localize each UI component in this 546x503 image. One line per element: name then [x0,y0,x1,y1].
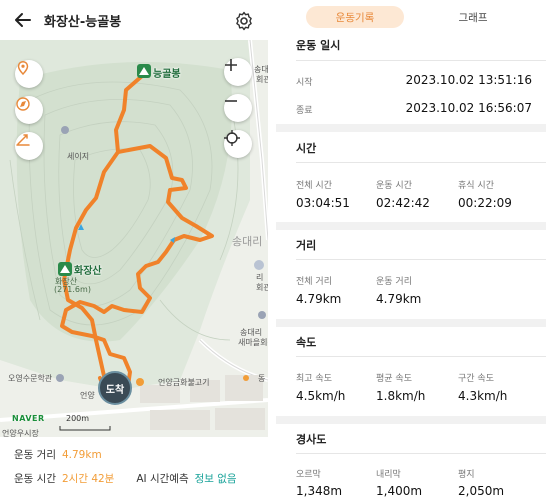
downhill-value: 1,400m [376,484,423,498]
divider-line [296,356,546,357]
map-label-museum: 오영수문학관 [8,374,53,383]
flat-label: 평지 [458,470,475,480]
end-label: 종료 [296,106,313,116]
map-label-hall-partial-2: 회관 [256,283,268,292]
time-label: 운동 시간 [14,473,56,485]
max-speed-value: 4.5km/h [296,389,346,403]
arrival-marker[interactable]: 도착 [98,371,132,405]
time-row: 운동 시간 2시간 42분 AI 시간예측 정보 없음 [14,471,237,486]
section-divider [276,319,546,327]
uphill-value: 1,348m [296,484,343,498]
slope-icon[interactable] [15,132,43,160]
tab-record[interactable]: 운동기록 [306,6,404,28]
start-value: 2023.10.02 13:51:16 [405,73,532,87]
route-title: 화장산-능골봉 [44,15,122,30]
total-distance-label: 전체 거리 [296,277,332,287]
map-label-songdae-ri: 송대리 [232,235,263,248]
uphill-label: 오르막 [296,470,321,480]
time-title: 시간 [296,142,317,155]
section-divider [276,416,546,424]
map-label-village-hall: 새마을회관 [238,338,268,347]
end-value: 2023.10.02 16:56:07 [405,101,532,115]
divider-line [296,453,546,454]
avg-speed-value: 1.8km/h [376,389,426,403]
slope-title: 경사도 [296,433,327,446]
flat-value: 2,050m [458,484,505,498]
divider-line [296,162,546,163]
peak-marker-icon [137,64,151,78]
record-panel: 운동기록 그래프 운동 일시 시작 2023.10.02 13:51:16 종료… [276,0,546,503]
total-distance-value: 4.79km [296,292,342,306]
divider-line [296,259,546,260]
map-label-restaurant: 언양금화불고기 [158,378,210,387]
exercise-distance-value: 4.79km [376,292,422,306]
total-time-value: 03:04:51 [296,196,350,210]
crosshair-icon[interactable] [224,130,252,158]
downhill-label: 내리막 [376,470,401,480]
arrival-label: 도착 [105,384,125,396]
exercise-distance-label: 운동 거리 [376,277,412,287]
max-speed-label: 최고 속도 [296,374,332,384]
distance-value: 4.79km [61,449,102,461]
ai-prediction-label: AI 시간예측 [136,473,189,485]
map-label-eonyang-market: 언양우시장 [2,429,39,437]
distance-title: 거리 [296,239,317,252]
location-pin-icon[interactable] [15,60,43,88]
peak-elevation: (271.6m) [54,285,91,294]
start-label: 시작 [296,78,313,88]
map-label-hall-partial: 회관 [256,75,268,84]
divider-line [296,60,546,61]
ai-prediction-link[interactable]: 정보 없음 [195,473,237,485]
section-divider [276,124,546,132]
tab-bar: 운동기록 그래프 [276,0,546,32]
back-arrow-icon[interactable] [12,9,34,31]
distance-label: 운동 거리 [14,449,56,461]
avg-speed-label: 평균 속도 [376,374,412,384]
section-speed-value: 4.3km/h [458,389,508,403]
tab-graph[interactable]: 그래프 [438,6,508,28]
rest-time-value: 00:22:09 [458,196,512,210]
map-label-dong: 동 [258,374,266,383]
map-label-eonyang: 언양 [80,391,95,400]
exercise-time-value: 02:42:42 [376,196,430,210]
route-map[interactable]: 능골봉 화장산 화장산 (271.6m) 세이지 송대리 송대 회관 리 회관 … [0,40,268,437]
zoom-in-icon[interactable] [224,58,252,86]
map-panel: 화장산-능골봉 능골봉 화장산 화장산 (271.6m) 세이지 송대리 송대 … [0,0,268,503]
map-scale-label: 200m [66,414,90,423]
speed-title: 속도 [296,336,317,349]
map-label-saeji: 세이지 [67,152,90,161]
summary-stats: 운동 거리 4.79km 운동 시간 2시간 42분 AI 시간예측 정보 없음 [0,437,268,503]
datetime-title: 운동 일시 [296,39,341,52]
compass-icon[interactable] [15,96,43,124]
total-time-label: 전체 시간 [296,181,332,191]
top-bar: 화장산-능골봉 [0,0,268,40]
distance-row: 운동 거리 4.79km [14,447,102,462]
zoom-out-icon[interactable] [224,94,252,122]
time-value: 2시간 42분 [61,473,115,485]
exercise-time-label: 운동 시간 [376,181,412,191]
gear-icon[interactable] [233,10,255,32]
peak-label-hwajangsan: 화장산 [74,266,102,277]
rest-time-label: 휴식 시간 [458,181,494,191]
naver-logo: NAVER [12,414,45,423]
peak-label-neunggolbong: 능골봉 [153,69,181,80]
section-speed-label: 구간 속도 [458,374,494,384]
section-divider [276,222,546,230]
